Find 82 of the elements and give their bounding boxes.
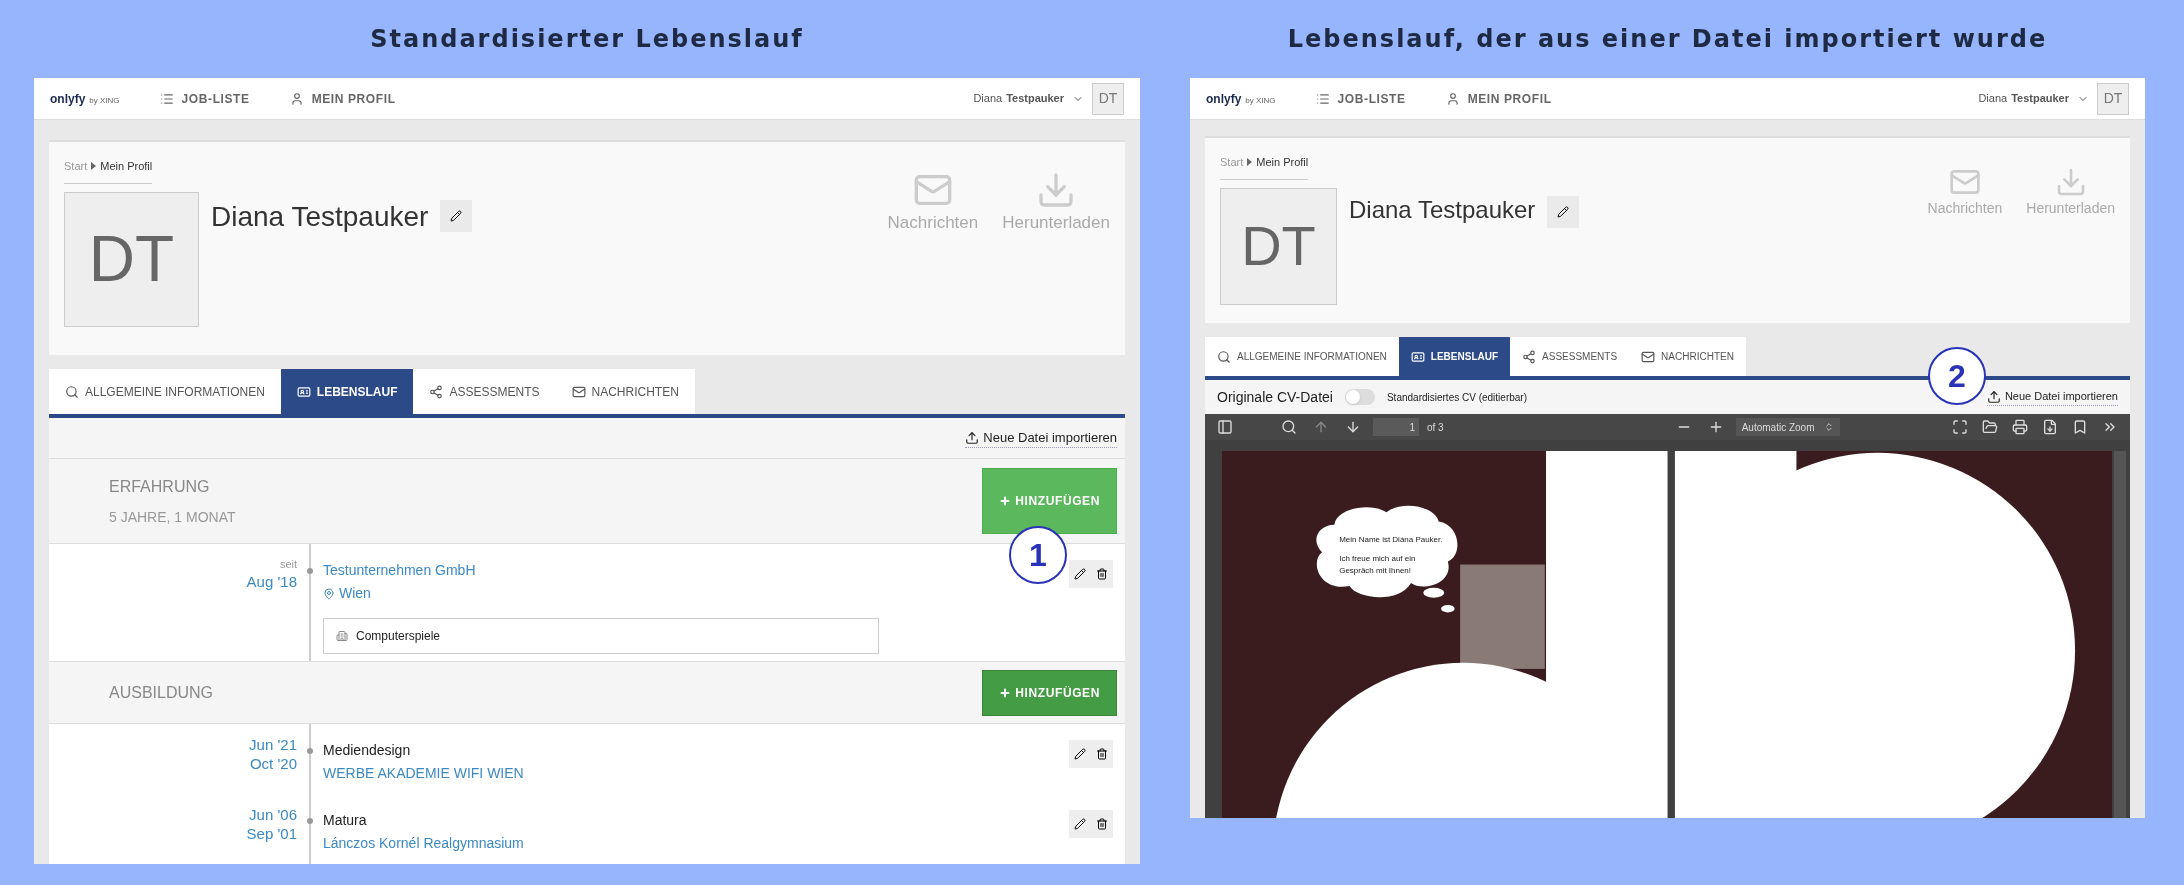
- profile-tab[interactable]: ALLGEMEINE INFORMATIONEN: [49, 369, 281, 414]
- import-file-link[interactable]: Neue Datei importieren: [965, 427, 1117, 449]
- envelope-icon: [1641, 349, 1656, 364]
- trash-icon: [1096, 818, 1108, 830]
- industry-tag: Computerspiele: [323, 618, 879, 654]
- section-title: AUSBILDUNG: [109, 682, 214, 703]
- import-file-link[interactable]: Neue Datei importieren: [1986, 388, 2118, 406]
- company-link[interactable]: Testunternehmen GmbH: [323, 560, 879, 581]
- search-icon: [1217, 349, 1231, 364]
- pencil-icon: [1557, 205, 1570, 218]
- user-menu[interactable]: Diana Testpauker: [973, 90, 1084, 107]
- page-count: of 3: [1427, 420, 1444, 435]
- upload-icon: [965, 430, 980, 445]
- date-label: Aug '18: [246, 572, 297, 592]
- pencil-icon: [1074, 748, 1086, 760]
- profile-tab[interactable]: ALLGEMEINE INFORMATIONEN: [1205, 337, 1399, 376]
- section-heading: Lebenslauf, der aus einer Datei importiert wurde: [1287, 24, 2048, 55]
- user-avatar[interactable]: DT: [1092, 82, 1124, 115]
- id-card-icon: [1410, 349, 1425, 364]
- location-label: Wien: [323, 583, 879, 604]
- avatar-initials: DT: [1241, 218, 1316, 274]
- cv-toggle-switch[interactable]: [1344, 389, 1375, 405]
- entry-title: Matura: [323, 811, 368, 830]
- date-label: Sep '01: [246, 824, 297, 844]
- up-down-caret-icon: [1823, 422, 1834, 432]
- user-menu[interactable]: Diana Testpauker: [1978, 90, 2089, 107]
- envelope-icon: [571, 384, 586, 399]
- logo[interactable]: onlyfy: [1206, 89, 1242, 108]
- nav-link[interactable]: MEIN PROFIL: [289, 89, 396, 108]
- avatar-initials: DT: [88, 227, 175, 291]
- map-pin-icon: [323, 587, 335, 600]
- plus-icon: [999, 686, 1012, 699]
- page-number-field[interactable]: 1: [1373, 418, 1419, 436]
- profile-tab[interactable]: ASSESSMENTS: [1510, 337, 1630, 376]
- toggle-label: Originale CV-Datei: [1217, 387, 1333, 407]
- toggle-label: Standardisiertes CV (editierbar): [1386, 390, 1527, 405]
- user-avatar[interactable]: DT: [2097, 82, 2129, 115]
- trash-icon: [1096, 568, 1108, 580]
- add-button[interactable]: HINZUFÜGEN: [982, 669, 1117, 716]
- search-icon: [65, 384, 79, 399]
- profile-tab[interactable]: LEBENSLAUF: [280, 369, 414, 414]
- entry-title: Mediendesign: [323, 741, 412, 760]
- building-icon: [336, 630, 348, 642]
- profile-tab[interactable]: LEBENSLAUF: [1398, 337, 1511, 376]
- share-icon: [429, 384, 444, 399]
- section-duration: 5 JAHRE, 1 MONAT: [109, 507, 236, 527]
- id-card-icon: [296, 384, 311, 399]
- list-icon: [159, 91, 174, 106]
- logo-tagline: by XING: [89, 94, 120, 107]
- breadcrumb-current: Mein Profil: [100, 159, 153, 174]
- profile-tab[interactable]: ASSESSMENTS: [413, 369, 556, 414]
- nav-link[interactable]: JOB-LISTE: [159, 89, 250, 108]
- upload-icon: [1986, 389, 2001, 404]
- logo[interactable]: onlyfy: [50, 89, 86, 108]
- caret-icon: [91, 162, 97, 171]
- list-icon: [1315, 91, 1330, 106]
- logo-tagline: by XING: [1245, 94, 1276, 107]
- zoom-select[interactable]: Automatic Zoom: [1735, 418, 1840, 436]
- user-icon: [1445, 91, 1460, 106]
- nav-link[interactable]: JOB-LISTE: [1315, 89, 1406, 108]
- section-title: ERFAHRUNG: [109, 476, 211, 497]
- profile-tab[interactable]: NACHRICHTEN: [555, 369, 695, 414]
- date-prefix: seit: [279, 557, 297, 572]
- date-label: Oct '20: [249, 754, 297, 774]
- date-label: Jun '21: [249, 736, 297, 755]
- nav-link[interactable]: MEIN PROFIL: [1445, 89, 1552, 108]
- breadcrumb-current: Mein Profil: [1256, 155, 1309, 170]
- share-icon: [1522, 349, 1537, 364]
- school-link[interactable]: Lánczos Kornél Realgymnasium: [323, 833, 524, 854]
- candidate-name: Diana Testpauker: [1349, 194, 1536, 225]
- user-icon: [289, 91, 304, 106]
- pencil-icon: [450, 209, 463, 222]
- plus-icon: [999, 495, 1012, 507]
- date-label: Jun '06: [249, 806, 297, 825]
- school-link[interactable]: WERBE AKADEMIE WIFI WIEN: [323, 763, 524, 784]
- pencil-icon: [1074, 818, 1086, 830]
- section-heading: Standardisierter Lebenslauf: [370, 24, 804, 55]
- pencil-icon: [1074, 568, 1086, 580]
- trash-icon: [1096, 748, 1108, 760]
- candidate-name: Diana Testpauker: [211, 199, 429, 234]
- caret-icon: [1247, 158, 1253, 167]
- profile-tab[interactable]: NACHRICHTEN: [1629, 337, 1746, 376]
